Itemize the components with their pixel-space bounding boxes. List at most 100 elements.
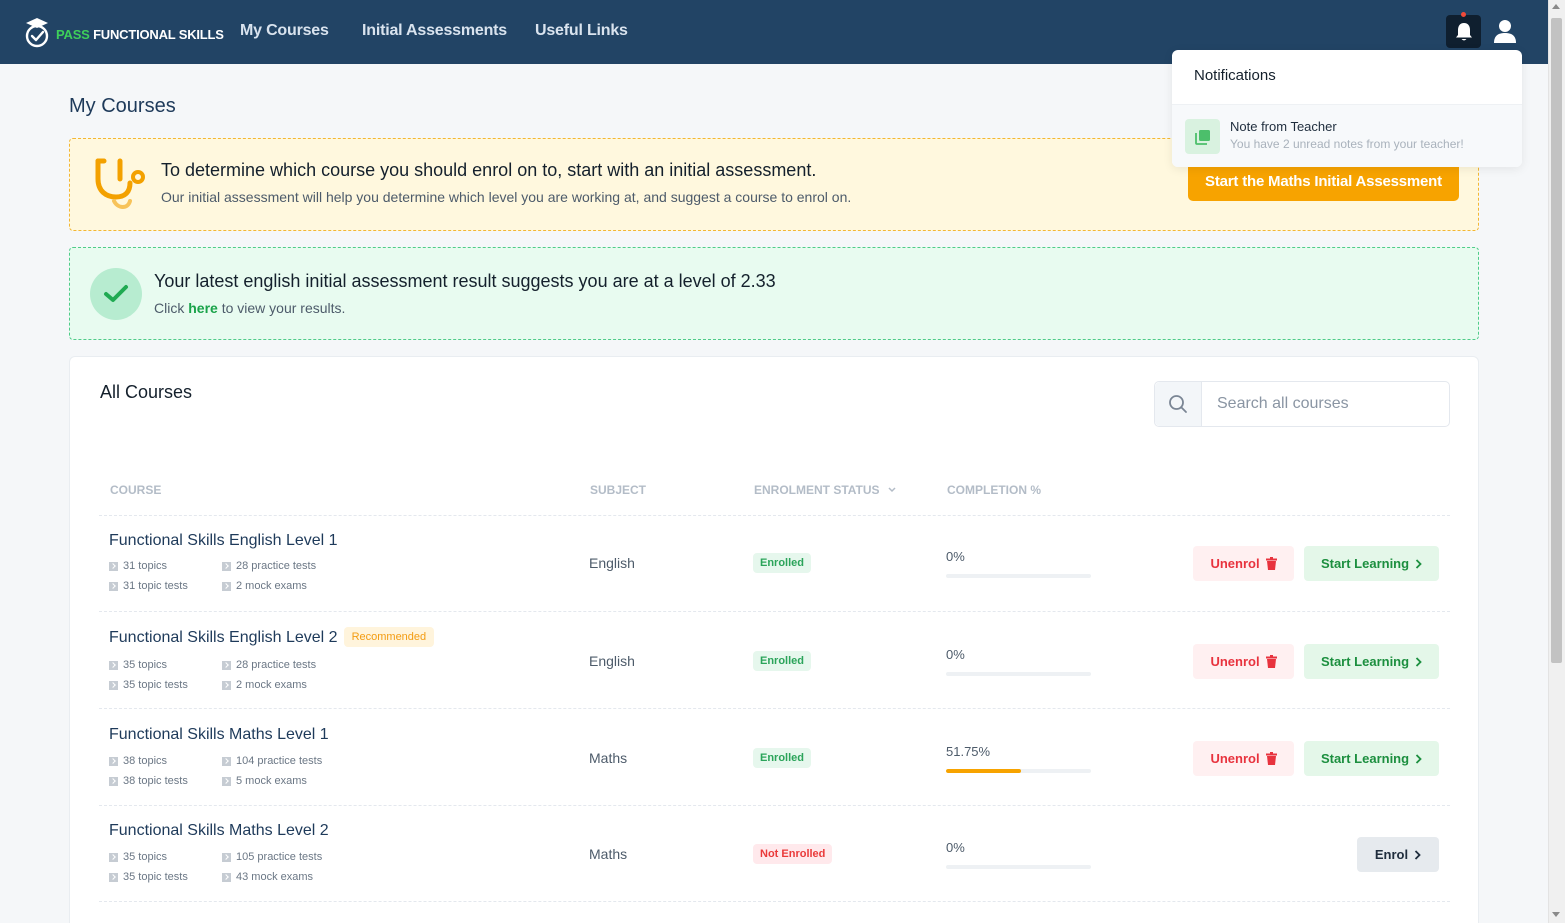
- chevron-square-icon: [109, 872, 118, 882]
- meta-topics: 38 topics: [109, 755, 167, 767]
- notification-item[interactable]: Note from Teacher You have 2 unread note…: [1172, 105, 1522, 167]
- header-enrolment-status[interactable]: ENROLMENT STATUS: [754, 483, 897, 497]
- meta-topic-tests: 31 topic tests: [109, 580, 188, 592]
- chevron-right-icon: [1414, 849, 1421, 860]
- completion-percent: 0%: [946, 647, 965, 662]
- completion-percent: 0%: [946, 840, 965, 855]
- chevron-square-icon: [222, 561, 231, 571]
- trash-icon: [1265, 655, 1277, 668]
- course-subject: English: [589, 555, 635, 571]
- progress-bar: [946, 574, 1091, 578]
- chevron-down-icon: [888, 487, 896, 493]
- header-completion: COMPLETION %: [947, 483, 1042, 497]
- course-name[interactable]: Functional Skills English Level 2 Recomme…: [109, 627, 435, 647]
- completion-percent: 0%: [946, 549, 965, 564]
- chevron-square-icon: [222, 776, 231, 786]
- table-row: Functional Skills Maths Level 2 35 topic…: [99, 806, 1450, 902]
- nav-my-courses[interactable]: My Courses: [240, 22, 329, 40]
- search-input[interactable]: [1203, 382, 1449, 426]
- table-row: Functional Skills Maths Level 1 38 topic…: [99, 710, 1450, 806]
- notifications-dropdown: Notifications Note from Teacher You have…: [1172, 50, 1522, 167]
- assessment-banner-subtitle: Our initial assessment will help you det…: [161, 189, 852, 205]
- chevron-square-icon: [222, 756, 231, 766]
- chevron-square-icon: [222, 872, 231, 882]
- header-course: COURSE: [110, 483, 162, 497]
- assessment-banner-title: To determine which course you should enr…: [161, 160, 817, 180]
- meta-topics: 35 topics: [109, 851, 167, 863]
- chevron-square-icon: [109, 776, 118, 786]
- meta-topic-tests: 38 topic tests: [109, 775, 188, 787]
- course-name[interactable]: Functional Skills English Level 1: [109, 532, 338, 550]
- progress-bar: [946, 672, 1091, 676]
- recommended-badge: Recommended: [343, 627, 435, 647]
- enrol-button[interactable]: Enrol: [1357, 837, 1439, 872]
- notification-body: You have 2 unread notes from your teache…: [1230, 137, 1464, 151]
- nav-useful-links[interactable]: Useful Links: [535, 22, 628, 40]
- course-subject: Maths: [589, 846, 628, 862]
- status-badge: Enrolled: [753, 748, 812, 768]
- scroll-down-arrow-icon[interactable]: [1552, 912, 1560, 917]
- view-results-link[interactable]: here: [188, 300, 218, 316]
- chevron-right-icon: [1415, 753, 1422, 764]
- header-subject: SUBJECT: [590, 483, 647, 497]
- chevron-square-icon: [222, 581, 231, 591]
- chevron-square-icon: [109, 680, 118, 690]
- unenrol-button[interactable]: Unenrol: [1193, 546, 1294, 581]
- user-icon[interactable]: [1492, 18, 1518, 44]
- scroll-up-arrow-icon[interactable]: [1552, 4, 1560, 9]
- progress-bar: [946, 769, 1091, 773]
- course-subject: English: [589, 653, 635, 669]
- completion-percent: 51.75%: [946, 744, 991, 759]
- stethoscope-icon: [95, 158, 145, 209]
- progress-bar: [946, 865, 1091, 869]
- course-subject: Maths: [589, 750, 628, 766]
- notification-title: Note from Teacher: [1230, 119, 1337, 134]
- meta-practice: 28 practice tests: [222, 560, 316, 572]
- search-box: [1154, 381, 1450, 427]
- start-learning-button[interactable]: Start Learning: [1304, 546, 1439, 581]
- unenrol-button[interactable]: Unenrol: [1193, 741, 1294, 776]
- logo-text: PASS FUNCTIONAL SKILLS: [56, 26, 224, 42]
- meta-practice: 28 practice tests: [222, 659, 316, 671]
- trash-icon: [1265, 752, 1277, 765]
- unenrol-button[interactable]: Unenrol: [1193, 644, 1294, 679]
- chevron-square-icon: [222, 852, 231, 862]
- meta-topics: 35 topics: [109, 659, 167, 671]
- status-badge: Enrolled: [753, 651, 812, 671]
- nav-initial-assessments[interactable]: Initial Assessments: [362, 22, 507, 40]
- meta-topic-tests: 35 topic tests: [109, 871, 188, 883]
- chevron-square-icon: [222, 680, 231, 690]
- start-learning-button[interactable]: Start Learning: [1304, 644, 1439, 679]
- progress-fill: [946, 769, 1022, 773]
- meta-mocks: 5 mock exams: [222, 775, 307, 787]
- check-circle-icon: [90, 268, 142, 320]
- meta-topics: 31 topics: [109, 560, 167, 572]
- meta-mocks: 2 mock exams: [222, 679, 307, 691]
- status-badge: Not Enrolled: [753, 844, 833, 864]
- chevron-square-icon: [109, 852, 118, 862]
- notifications-title: Notifications: [1194, 67, 1276, 84]
- status-badge: Enrolled: [753, 553, 812, 573]
- chevron-right-icon: [1415, 656, 1422, 667]
- start-learning-button[interactable]: Start Learning: [1304, 741, 1439, 776]
- start-maths-assessment-button[interactable]: Start the Maths Initial Assessment: [1188, 161, 1459, 201]
- meta-topic-tests: 35 topic tests: [109, 679, 188, 691]
- page-title: My Courses: [69, 95, 176, 117]
- note-icon: [1185, 119, 1220, 154]
- chevron-right-icon: [1415, 558, 1422, 569]
- card-title: All Courses: [100, 382, 193, 402]
- result-banner: Your latest english initial assessment r…: [69, 247, 1479, 340]
- meta-practice: 104 practice tests: [222, 755, 322, 767]
- scrollbar-thumb[interactable]: [1551, 18, 1562, 663]
- course-name[interactable]: Functional Skills Maths Level 2: [109, 822, 329, 840]
- table-row: Functional Skills English Level 2 Recomme…: [99, 613, 1450, 709]
- logo[interactable]: PASS FUNCTIONAL SKILLS: [24, 16, 224, 48]
- course-name[interactable]: Functional Skills Maths Level 1: [109, 726, 329, 744]
- notifications-button[interactable]: [1446, 15, 1481, 48]
- result-banner-subtitle: Click here to view your results.: [154, 300, 346, 316]
- trash-icon: [1265, 557, 1277, 570]
- graduation-check-icon: [25, 18, 49, 48]
- meta-mocks: 2 mock exams: [222, 580, 307, 592]
- search-icon[interactable]: [1155, 382, 1202, 426]
- chevron-square-icon: [109, 756, 118, 766]
